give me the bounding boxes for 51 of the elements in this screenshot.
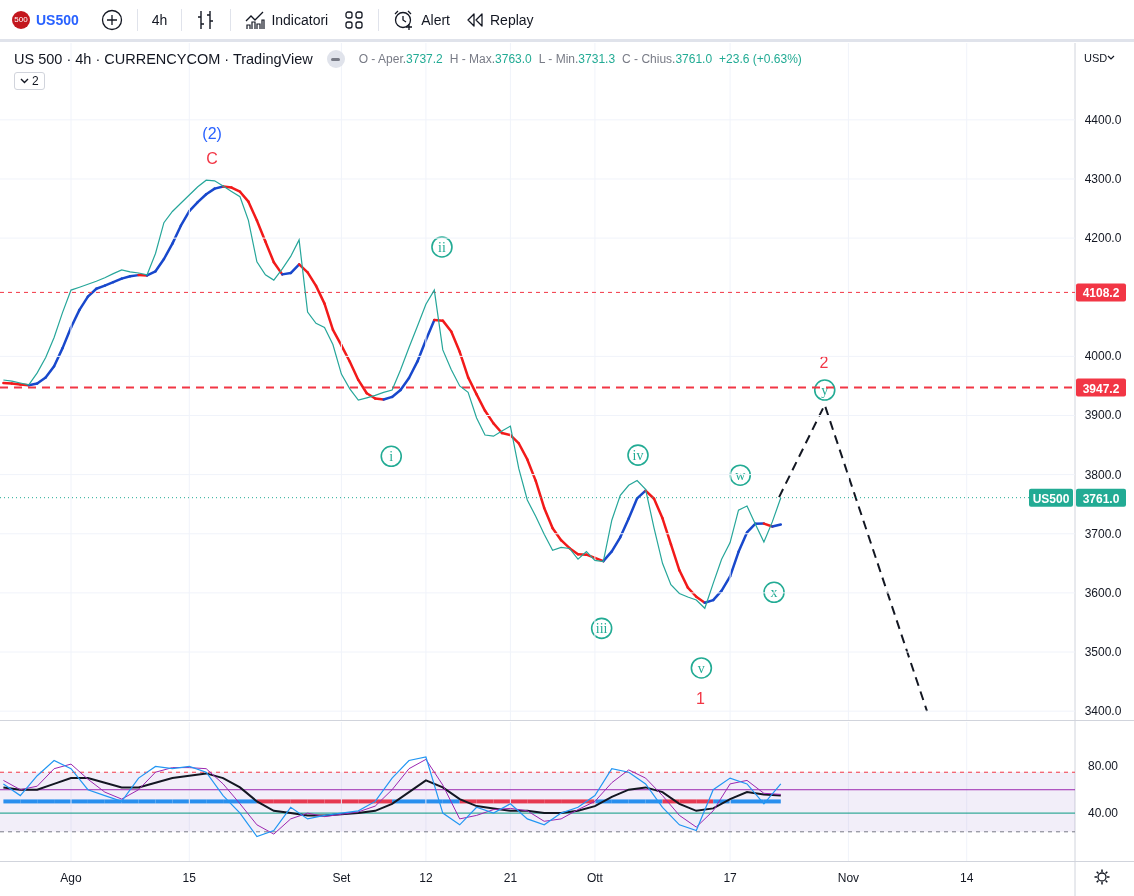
symbol-logo: 500 bbox=[12, 10, 30, 29]
wave-label[interactable]: 1 bbox=[696, 690, 705, 708]
ohlc-value: C - Chius.3761.0 bbox=[622, 52, 713, 66]
alert-button[interactable]: Alert bbox=[385, 3, 458, 36]
indicator-value-label: 40.00 bbox=[1088, 806, 1118, 821]
wave-label[interactable]: v bbox=[690, 657, 713, 679]
wave-label[interactable]: i bbox=[380, 445, 403, 468]
wave-label[interactable]: 2 bbox=[819, 354, 829, 372]
date-label: Set bbox=[332, 871, 351, 885]
wave-label[interactable]: y bbox=[813, 379, 836, 401]
wave-label[interactable]: iii bbox=[590, 617, 613, 640]
date-label: 21 bbox=[503, 871, 518, 885]
chart-title: US 500 · 4h · CURRENCYCOM · TradingView bbox=[14, 51, 313, 67]
indicator-value-label: 80.00 bbox=[1088, 759, 1118, 774]
date-label: 12 bbox=[419, 871, 433, 885]
date-label: 14 bbox=[960, 871, 974, 885]
wave-label[interactable]: C bbox=[206, 149, 218, 167]
price-label: 4000.0 bbox=[1084, 349, 1122, 364]
currency-selector[interactable]: USD bbox=[1084, 52, 1108, 64]
replay-button[interactable]: Replay bbox=[458, 3, 542, 36]
wave-label[interactable]: iv bbox=[627, 444, 649, 466]
date-label: Ott bbox=[586, 871, 603, 885]
ref-line-label: 4108.2 bbox=[1082, 286, 1120, 301]
wave-label[interactable]: (2) bbox=[202, 124, 222, 142]
indicators-button[interactable]: Indicatori bbox=[237, 3, 337, 36]
price-label: 3400.0 bbox=[1084, 704, 1122, 719]
symbol-tag: US500 bbox=[1029, 488, 1073, 507]
ohlc-value: O - Aper.3737.2 bbox=[358, 52, 443, 66]
ohlc-value: H - Max.3763.0 bbox=[449, 52, 532, 66]
interval-button[interactable]: 4h bbox=[143, 3, 176, 36]
ohlc-value: L - Min.3731.3 bbox=[538, 52, 616, 66]
date-label: Nov bbox=[837, 871, 860, 885]
price-label: 3500.0 bbox=[1084, 645, 1122, 659]
date-label: 17 bbox=[723, 871, 737, 885]
ref-line-label: 3761.0 bbox=[1082, 491, 1120, 506]
price-label: 3800.0 bbox=[1084, 467, 1122, 482]
date-label: Ago bbox=[60, 871, 82, 885]
price-tag: 4108.2 bbox=[1076, 283, 1126, 302]
price-label: 4200.0 bbox=[1084, 231, 1122, 246]
indicators-toggle[interactable]: 2 bbox=[14, 72, 45, 90]
price-tag: 3761.0 bbox=[1076, 488, 1126, 507]
price-label: 3900.0 bbox=[1084, 408, 1122, 423]
price-tag: 3947.2 bbox=[1076, 378, 1126, 397]
price-label: 4400.0 bbox=[1084, 112, 1122, 127]
price-label: 4300.0 bbox=[1084, 172, 1122, 186]
symbol-name[interactable]: US500 bbox=[36, 11, 79, 28]
price-label: 3700.0 bbox=[1084, 526, 1122, 541]
ref-line-label: 3947.2 bbox=[1082, 381, 1120, 396]
price-change: +23.6 (+0.63%) bbox=[719, 52, 802, 66]
date-label: 15 bbox=[182, 871, 196, 885]
price-label: 3600.0 bbox=[1084, 585, 1122, 600]
